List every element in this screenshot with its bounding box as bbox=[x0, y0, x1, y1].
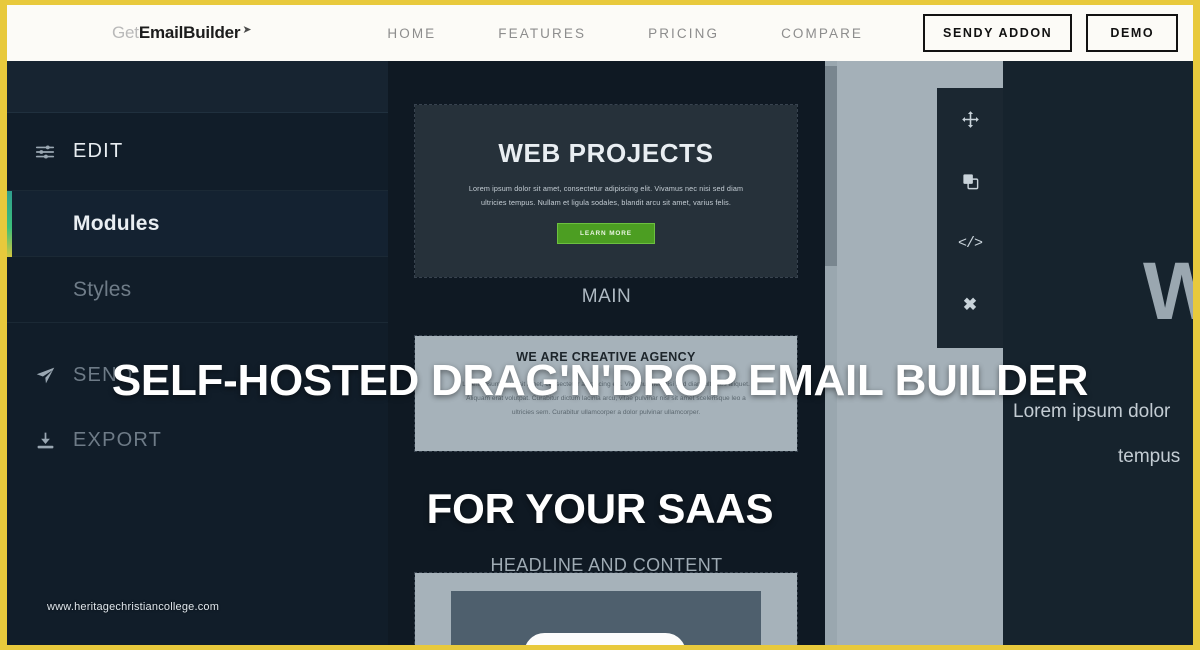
sidebar-item-label: Modules bbox=[73, 211, 160, 235]
demo-button[interactable]: DEMO bbox=[1086, 14, 1179, 52]
nav-action-buttons: SENDY ADDON DEMO bbox=[923, 14, 1179, 52]
preview-line-1: Lorem ipsum dolor bbox=[1013, 401, 1171, 422]
move-icon[interactable] bbox=[937, 88, 1003, 150]
preview-pane: </> ✖ W Lorem ipsum dolor tempus bbox=[825, 61, 1193, 645]
module-creative-agency[interactable]: WE ARE CREATIVE AGENCY Lorem ipsum dolor… bbox=[414, 335, 798, 452]
email-canvas: WEB PROJECTS Lorem ipsum dolor sit amet,… bbox=[388, 61, 825, 645]
module-hero-title: WEB PROJECTS bbox=[498, 137, 714, 168]
module-agency-title: WE ARE CREATIVE AGENCY bbox=[516, 350, 696, 364]
preview-email-body: W Lorem ipsum dolor tempus bbox=[1003, 61, 1193, 645]
close-icon[interactable]: ✖ bbox=[937, 274, 1003, 336]
page-frame: Get EmailBuilder ➤ HOME FEATURES PRICING C… bbox=[0, 0, 1200, 650]
paper-plane-icon bbox=[33, 363, 57, 387]
active-accent-bar bbox=[7, 191, 12, 257]
sendy-addon-button[interactable]: SENDY ADDON bbox=[923, 14, 1073, 52]
sidebar-item-label: Styles bbox=[73, 277, 132, 301]
brand-prefix: Get bbox=[112, 23, 139, 42]
preview-big-letter: W bbox=[1143, 251, 1193, 333]
main-menu: HOME FEATURES PRICING COMPARE bbox=[356, 26, 894, 41]
sidebar-item-label: SEND bbox=[73, 363, 134, 386]
sidebar-item-label: EDIT bbox=[73, 140, 124, 162]
sidebar-item-label: EXPORT bbox=[73, 428, 163, 451]
paper-plane-icon: ➤ bbox=[242, 24, 252, 36]
editor-sidebar: EDIT Modules Styles SEND EXPORT www.heri… bbox=[7, 61, 388, 645]
app-screenshot: EDIT Modules Styles SEND EXPORT www.heri… bbox=[7, 61, 1193, 645]
code-icon-glyph: </> bbox=[957, 234, 983, 252]
learn-more-button[interactable]: LEARN MORE bbox=[524, 633, 687, 645]
sidebar-item-modules[interactable]: Modules bbox=[7, 191, 388, 257]
module-hero-web-projects[interactable]: WEB PROJECTS Lorem ipsum dolor sit amet,… bbox=[414, 104, 798, 278]
module-hero-cta-button[interactable]: LEARN MORE bbox=[557, 223, 655, 245]
sidebar-item-edit[interactable]: EDIT bbox=[7, 113, 388, 191]
module-agency-body: Lorem ipsum dolor sit amet, consectetur … bbox=[462, 381, 750, 416]
nav-link-features[interactable]: FEATURES bbox=[467, 26, 617, 41]
canvas-section-label-main: MAIN bbox=[581, 286, 632, 307]
brand-name: EmailBuilder bbox=[138, 23, 241, 42]
download-icon bbox=[33, 428, 57, 452]
preview-line-2: tempus bbox=[1118, 446, 1181, 467]
preview-scrollbar-track[interactable] bbox=[825, 61, 837, 645]
brand-logo[interactable]: Get EmailBuilder ➤ bbox=[112, 23, 252, 43]
site-watermark: www.heritagechristiancollege.com bbox=[47, 601, 220, 613]
sliders-icon bbox=[33, 140, 57, 164]
sidebar-item-styles[interactable]: Styles bbox=[7, 257, 388, 323]
duplicate-icon[interactable] bbox=[937, 150, 1003, 212]
sidebar-header bbox=[7, 61, 388, 113]
nav-link-compare[interactable]: COMPARE bbox=[750, 26, 894, 41]
code-icon[interactable]: </> bbox=[937, 212, 1003, 274]
top-navigation-bar: Get EmailBuilder ➤ HOME FEATURES PRICING C… bbox=[7, 5, 1193, 61]
preview-scrollbar-thumb[interactable] bbox=[825, 66, 837, 266]
nav-link-home[interactable]: HOME bbox=[356, 26, 467, 41]
module-toolbar: </> ✖ bbox=[937, 88, 1003, 348]
nav-link-pricing[interactable]: PRICING bbox=[617, 26, 750, 41]
sidebar-item-export[interactable]: EXPORT bbox=[7, 401, 388, 479]
close-icon-glyph: ✖ bbox=[962, 295, 978, 314]
module-hero-body: Lorem ipsum dolor sit amet, consectetur … bbox=[468, 183, 744, 207]
